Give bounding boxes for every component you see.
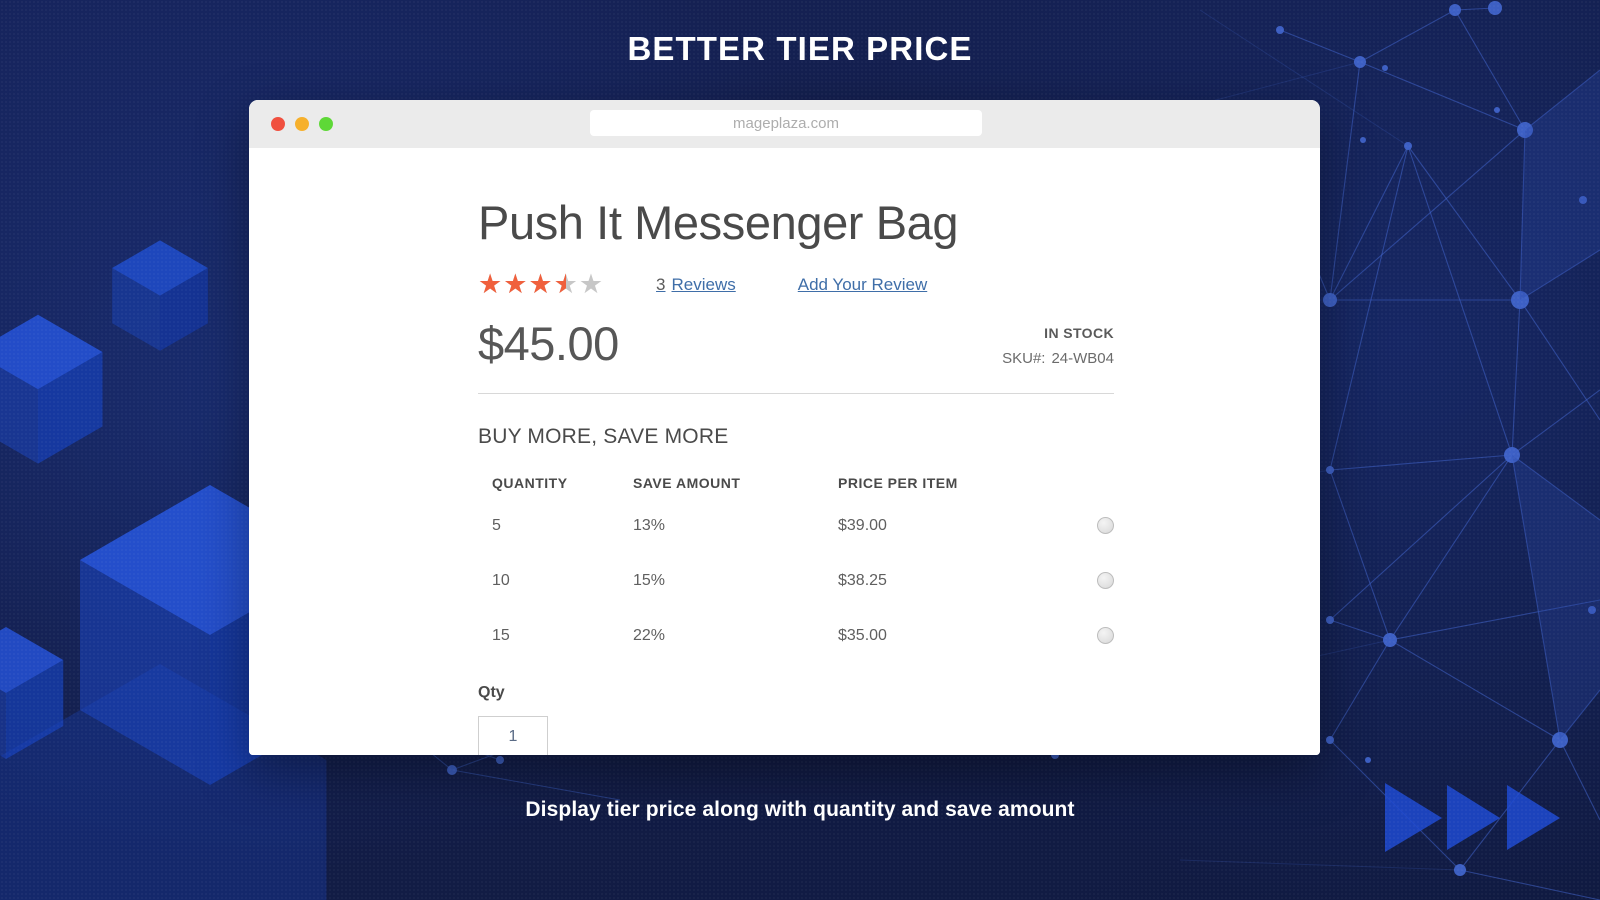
close-window-icon[interactable] [271,117,285,131]
qty-label: Qty [478,683,505,701]
cell-price-per-item: $35.00 [838,626,887,644]
traffic-lights [271,117,333,131]
reviews-count: 3 [656,274,666,294]
add-your-review-link[interactable]: Add Your Review [798,275,927,295]
tier-table-head: QUANTITY SAVE AMOUNT PRICE PER ITEM [478,475,1114,517]
poster-stage: BETTER TIER PRICE mageplaza.com Push It … [0,0,1600,900]
reviews-label: Reviews [671,274,736,294]
cell-save-amount: 15% [633,571,666,589]
maximize-window-icon[interactable] [319,117,333,131]
qty-input[interactable] [478,715,548,755]
address-bar[interactable]: mageplaza.com [590,110,982,136]
cell-save-amount: 13% [633,516,666,534]
cell-price-per-item: $39.00 [838,516,887,534]
cell-save-amount: 22% [633,626,666,644]
sku-row: SKU#: 24-WB04 [1002,350,1114,367]
column-header-save-amount: SAVE AMOUNT [633,474,741,491]
price-row: $45.00 IN STOCK SKU#: 24-WB04 [478,318,1114,381]
tier-section-title: BUY MORE, SAVE MORE [478,424,729,448]
stock-status-badge: IN STOCK [1044,324,1114,341]
tier-radio-button[interactable] [1097,572,1114,590]
cell-quantity: 5 [492,516,501,534]
cell-select [1038,572,1114,627]
cell-quantity: 15 [492,626,510,644]
stock-info: IN STOCK SKU#: 24-WB04 [1002,325,1114,367]
poster-title: BETTER TIER PRICE [627,30,973,67]
column-header-select [1038,475,1114,517]
cell-select [1038,627,1114,682]
table-row[interactable]: 5 13% $39.00 [478,517,1114,572]
rating-row: ★★★★★ ★★★★★ 3Reviews Add Your Review [478,271,1114,298]
browser-titlebar: mageplaza.com [249,100,1320,148]
product-page: Push It Messenger Bag ★★★★★ ★★★★★ 3Revie… [249,148,1320,755]
cell-quantity: 10 [492,571,510,589]
poster-caption: Display tier price along with quantity a… [525,798,1075,821]
reviews-link[interactable]: 3 Reviews [656,275,736,295]
cell-select [1038,517,1114,572]
sku-value: 24-WB04 [1051,349,1114,367]
star-rating-filled-icon: ★★★★★ [478,271,566,299]
minimize-window-icon[interactable] [295,117,309,131]
table-row[interactable]: 10 15% $38.25 [478,572,1114,627]
product-content: Push It Messenger Bag ★★★★★ ★★★★★ 3Revie… [478,196,1114,755]
column-header-price-per-item: PRICE PER ITEM [838,474,958,491]
tier-table-body: 5 13% $39.00 10 15% $38.25 15 22% $35.00 [478,517,1114,682]
star-rating-icon[interactable]: ★★★★★ ★★★★★ [478,271,604,298]
cell-price-per-item: $38.25 [838,571,887,589]
tier-price-table: QUANTITY SAVE AMOUNT PRICE PER ITEM 5 13%… [478,475,1114,682]
tier-radio-button[interactable] [1097,517,1114,535]
product-title: Push It Messenger Bag [478,196,959,249]
browser-window: mageplaza.com Push It Messenger Bag ★★★★… [249,100,1320,755]
sku-label: SKU#: [1002,349,1046,367]
section-divider [478,392,1114,394]
column-header-quantity: QUANTITY [492,474,568,491]
tier-table-header-row: QUANTITY SAVE AMOUNT PRICE PER ITEM [478,475,1114,517]
tier-radio-button[interactable] [1097,627,1114,645]
table-row[interactable]: 15 22% $35.00 [478,627,1114,682]
